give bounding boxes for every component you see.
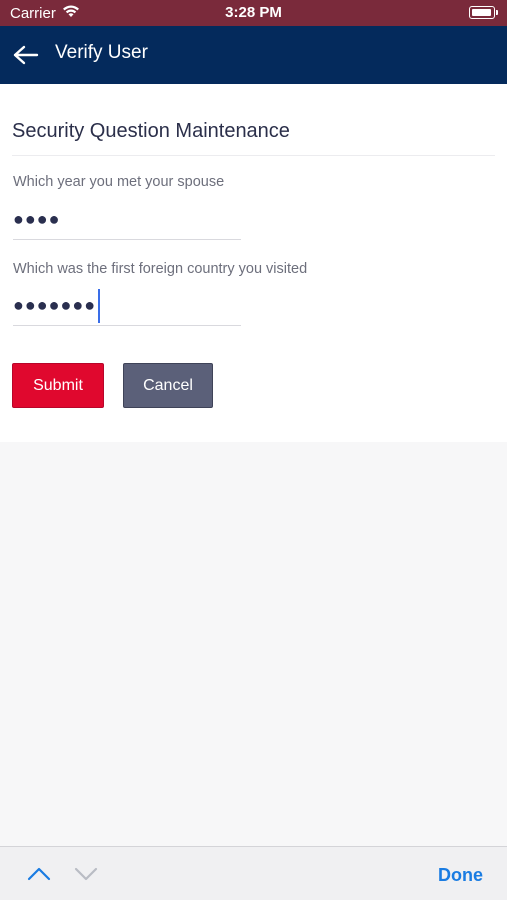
text-cursor [98,288,101,323]
status-right [469,6,498,19]
submit-button[interactable]: Submit [12,363,104,408]
answer-1-value: ●●●● [13,209,61,229]
answer-2-field[interactable]: ●●●●●●● [13,286,241,326]
keyboard-toolbar: Done [0,846,507,900]
chevron-up-icon [27,867,51,881]
form-card: Security Question Maintenance Which year… [0,84,507,442]
chevron-down-icon [74,867,98,881]
form-heading: Security Question Maintenance [12,120,290,142]
back-button[interactable] [12,42,40,68]
page-title: Verify User [55,42,148,63]
status-time: 3:28 PM [225,4,282,21]
cancel-button[interactable]: Cancel [123,363,213,408]
nav-bar: Verify User [0,26,507,84]
divider [12,155,495,156]
previous-field-button[interactable] [26,863,52,885]
battery-icon [469,6,498,19]
answer-2-value: ●●●●●●● [13,295,97,315]
question-2-label: Which was the first foreign country you … [13,261,308,277]
answer-1-field[interactable]: ●●●● [13,200,241,240]
question-1-label: Which year you met your spouse [13,174,225,190]
next-field-button[interactable] [73,863,99,885]
done-button[interactable]: Done [438,865,483,886]
status-bar: Carrier 3:28 PM [0,0,507,26]
arrow-left-icon [13,45,39,65]
